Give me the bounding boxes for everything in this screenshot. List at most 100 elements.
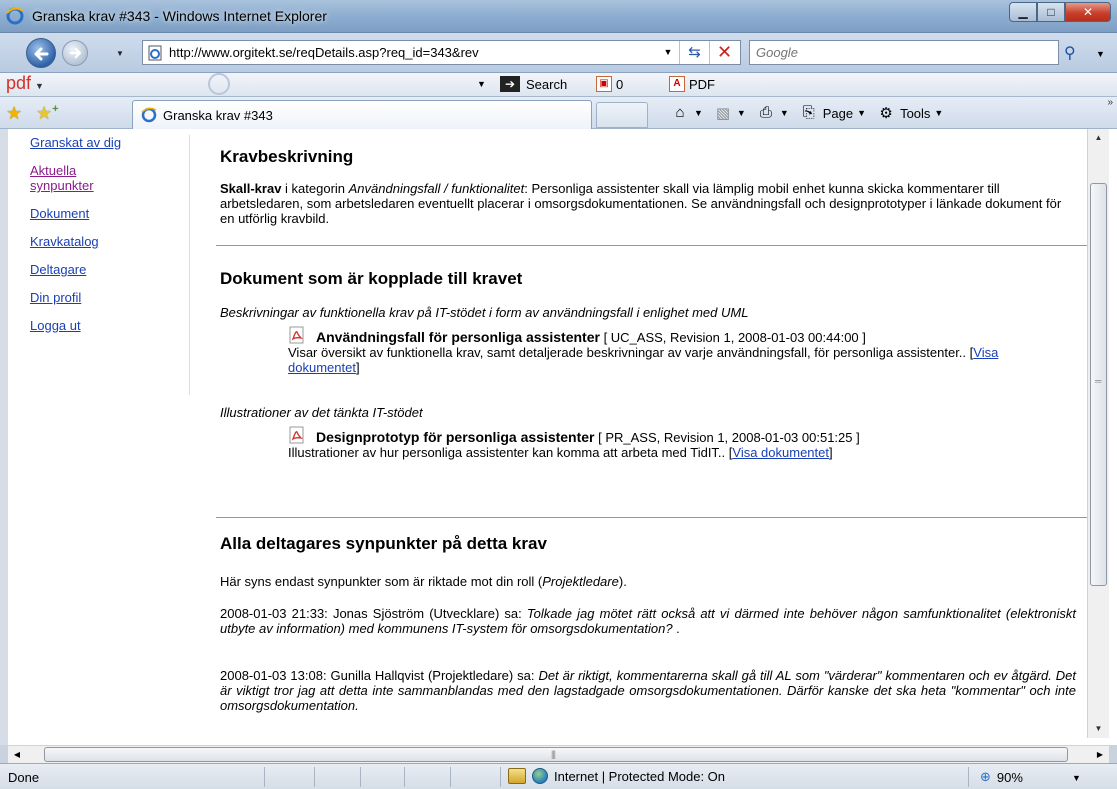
feeds-button[interactable]: ▧ ▼ [713,104,746,122]
pdf-icon [289,326,304,344]
document-group-label: Beskrivningar av funktionella krav på IT… [220,305,749,320]
divider [404,767,405,787]
popup-blocker-icon: ▣ [596,76,612,92]
vertical-scroll-thumb[interactable]: ═ [1090,183,1107,586]
page-menu-icon: ⎘ [802,104,815,121]
comments-intro: Här syns endast synpunkter som är riktad… [220,574,627,589]
document-item: Användningsfall för personliga assistent… [288,326,1058,375]
pdf-brand-menu[interactable]: pdf ▼ [6,73,44,94]
divider [450,767,451,787]
refresh-icon[interactable]: ⇆ [679,41,709,64]
title-bar: Granska krav #343 - Windows Internet Exp… [0,0,1117,33]
scroll-right-icon[interactable]: ▶ [1091,746,1109,763]
divider [968,767,969,787]
sidebar-item-granskat[interactable]: Granskat av dig [30,135,140,150]
sidebar-item-deltagare[interactable]: Deltagare [30,262,189,277]
feeds-icon: ▧ [715,105,731,122]
search-field[interactable] [749,40,1059,65]
scroll-left-icon[interactable]: ◀ [8,746,26,763]
tab-granska-krav[interactable]: Granska krav #343 [132,100,592,129]
tools-menu[interactable]: ⚙ Tools ▼ [876,104,943,122]
convert-pdf-button[interactable]: A PDF [669,76,715,92]
document-group-label: Illustrationer av det tänkta IT-stödet [220,405,423,420]
divider [264,767,265,787]
comment-item: 2008-01-03 13:08: Gunilla Hallqvist (Pro… [220,668,1076,713]
grip-icon: ═ [1095,376,1102,386]
new-tab-button[interactable] [596,102,648,128]
back-button[interactable] [26,38,56,68]
pdf-icon [289,426,304,444]
section-title-synpunkter: Alla deltagares synpunkter på detta krav [220,534,547,553]
document-title: Designprototyp för personliga assistente… [316,429,595,445]
status-bar: Done Internet | Protected Mode: On ⊕ 90%… [0,763,1117,789]
address-bar: ▼ http://www.orgitekt.se/reqDetails.asp?… [0,33,1117,73]
window-controls: ▁ □ ✕ [1009,2,1111,22]
vertical-scrollbar[interactable]: ▲ ═ ▼ [1087,129,1109,738]
stop-icon[interactable]: ✕ [709,41,739,64]
favorites-star-icon[interactable]: ★ [6,103,22,124]
close-button[interactable]: ✕ [1065,2,1111,22]
document-item: Designprototyp för personliga assistente… [288,426,1058,460]
lock-icon [508,768,526,784]
view-document-link[interactable]: Visa dokumentet [732,445,829,460]
section-title-dokument: Dokument som är kopplade till kravet [220,269,523,288]
status-text: Done [8,770,40,785]
url-text[interactable]: http://www.orgitekt.se/reqDetails.asp?re… [169,45,659,60]
zoom-dropdown[interactable]: ▼ [1072,773,1081,783]
print-button[interactable]: ⎙ ▼ [756,104,789,122]
globe-icon [532,768,548,784]
address-dropdown[interactable]: ▼ [659,43,677,62]
magnifier-icon [208,73,230,95]
arrow-right-icon: ➔ [500,76,520,92]
search-input[interactable] [756,42,1036,63]
back-arrow-icon [34,47,49,61]
grip-icon: ||| [551,749,556,759]
document-title: Användningsfall för personliga assistent… [316,329,600,345]
page-menu[interactable]: ⎘ Page ▼ [799,104,866,122]
forward-button[interactable] [62,40,88,66]
sidebar-item-dokument[interactable]: Dokument [30,206,189,221]
divider [314,767,315,787]
sidebar-item-kravkatalog[interactable]: Kravkatalog [30,234,189,249]
search-options-dropdown[interactable]: ▼ [1096,49,1105,59]
sidebar-item-synpunkter[interactable]: Aktuella synpunkter [30,163,140,193]
tab-bar: ★ ★+ Granska krav #343 ⌂ ▼ ▧ ▼ ⎙ ▼ ⎘ Page ▼ ⚙… [0,97,1117,129]
zoom-control[interactable]: ⊕ 90% [980,769,1023,785]
ie-page-icon [141,107,157,123]
toolbar-counter[interactable]: ▣ 0 [596,76,623,92]
page-icon [148,45,162,61]
horizontal-scrollbar[interactable]: ◀ ||| ▶ [8,745,1109,763]
browser-window: Granska krav #343 - Windows Internet Exp… [0,0,1117,789]
requirement-description: Skall-krav i kategorin Användningsfall /… [220,181,1062,226]
page-viewport: Granskat av dig Aktuella synpunkter Doku… [0,129,1117,745]
sidebar-item-logga-ut[interactable]: Logga ut [30,318,189,333]
tools-gear-icon: ⚙ [879,105,893,122]
scroll-up-icon[interactable]: ▲ [1088,129,1109,147]
sidebar-item-profil[interactable]: Din profil [30,290,189,305]
search-icon[interactable]: ⚲ [1064,43,1076,63]
main-content: Kravbeskrivning Skall-krav i kategorin A… [216,129,1096,745]
address-field[interactable]: http://www.orgitekt.se/reqDetails.asp?re… [142,40,741,65]
minimize-button[interactable]: ▁ [1009,2,1037,22]
zoom-icon: ⊕ [980,769,991,784]
pdf-toolbar: pdf ▼ ▼ ➔ Search ▣ 0 A PDF [0,73,1117,97]
maximize-button[interactable]: □ [1037,2,1065,22]
window-title: Granska krav #343 - Windows Internet Exp… [32,8,327,24]
toolbar-search-button[interactable]: ➔ Search [500,76,567,92]
command-bar: ⌂ ▼ ▧ ▼ ⎙ ▼ ⎘ Page ▼ ⚙ Tools ▼ [670,104,943,122]
recent-pages-dropdown[interactable]: ▼ [116,49,124,58]
divider [216,517,1092,518]
divider [360,767,361,787]
home-button[interactable]: ⌂ ▼ [670,104,702,122]
horizontal-scroll-thumb[interactable]: ||| [44,747,1068,762]
toolbar-search-dropdown[interactable]: ▼ [477,79,486,89]
add-favorites-icon[interactable]: ★+ [36,103,59,124]
more-commands-icon[interactable]: » [1107,97,1113,108]
section-title-kravbeskrivning: Kravbeskrivning [220,147,354,166]
security-zone[interactable]: Internet | Protected Mode: On [508,768,725,784]
divider [500,767,501,787]
forward-arrow-icon [69,47,81,59]
scroll-down-icon[interactable]: ▼ [1088,720,1109,738]
comment-item: 2008-01-03 21:33: Jonas Sjöström (Utveck… [220,606,1076,636]
toolbar-search-field[interactable] [200,73,495,95]
